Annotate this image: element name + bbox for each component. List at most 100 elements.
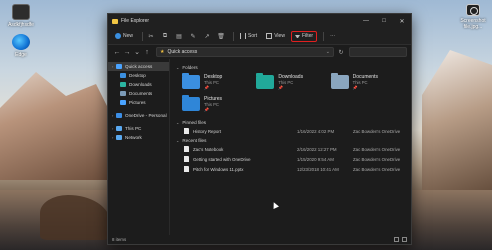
sidebar-item-label: Desktop xyxy=(129,73,146,78)
address-row: ← → ⌄ ↑ ★ Quick access ⌄ ↻ xyxy=(108,45,411,59)
view-icon xyxy=(266,33,273,39)
quick-access-grid: Desktop This PC 📌 Downloads This PC 📌 Document… xyxy=(182,73,405,112)
sidebar-item[interactable]: › Network xyxy=(108,133,169,142)
folder-downloads-icon xyxy=(256,73,275,89)
more-options-button[interactable]: ··· xyxy=(327,31,338,42)
folder-documents-icon xyxy=(330,73,349,89)
quick-access-folder[interactable]: Documents This PC 📌 xyxy=(330,73,405,90)
file-row[interactable]: Zac's Notebook 2/16/2022 12:27 PM Zac Bowd… xyxy=(176,144,405,154)
copy-icon[interactable]: ⧉ xyxy=(160,31,170,41)
status-bar: 8 items xyxy=(108,235,411,244)
cloud-icon xyxy=(116,113,122,118)
file-date: 12/23/2018 10:41 AM xyxy=(297,166,339,172)
file-row[interactable]: History Report 1/16/2022 4:02 PM Zac Bowde… xyxy=(176,126,405,136)
quick-access-folder[interactable]: Desktop This PC 📌 xyxy=(182,73,256,90)
title-bar: File Explorer — □ ✕ xyxy=(108,14,411,28)
chevron-down-icon: ⌄ xyxy=(176,64,180,70)
desktop-icon-label: Screenshot file.jpg... xyxy=(460,18,486,30)
window-title: File Explorer xyxy=(121,18,150,24)
sort-label: Sort xyxy=(248,33,258,39)
desktop-icon-label: Edge xyxy=(15,52,27,58)
delete-icon[interactable]: 🗑 xyxy=(216,31,226,41)
file-row[interactable]: Pitch for Windows 11.pptx 12/23/2018 10:4… xyxy=(176,164,405,174)
documents-icon xyxy=(120,91,126,96)
pc-icon xyxy=(116,126,122,131)
desktop-icon xyxy=(120,73,126,78)
recent-dropdown-icon[interactable]: ⌄ xyxy=(132,48,142,56)
view-button[interactable]: View xyxy=(263,31,288,42)
sidebar-item-label: This PC xyxy=(125,126,142,131)
search-input[interactable] xyxy=(349,47,407,57)
sidebar-item[interactable]: Downloads xyxy=(108,80,169,89)
chevron-down-icon[interactable]: ⌄ xyxy=(326,49,330,55)
desktop-icon-label: Asdkfjhsdfe xyxy=(8,22,34,28)
up-icon[interactable]: ↑ xyxy=(142,49,152,56)
file-icon xyxy=(184,146,189,152)
sort-button[interactable]: Sort xyxy=(237,31,260,42)
file-name: Zac's Notebook xyxy=(193,146,224,152)
maximize-button[interactable]: □ xyxy=(375,14,393,28)
back-icon[interactable]: ← xyxy=(112,49,122,56)
details-view-icon[interactable] xyxy=(394,237,399,242)
section-recent-label: Recent files xyxy=(182,137,207,143)
minimize-button[interactable]: — xyxy=(357,14,375,28)
file-name: Getting started with OneDrive xyxy=(193,156,251,162)
sidebar-item[interactable]: › This PC xyxy=(108,124,169,133)
file-name: History Report xyxy=(193,128,222,134)
desktop-icon-screenshot[interactable]: Screenshot file.jpg... xyxy=(456,4,490,30)
sidebar-item-label: Network xyxy=(125,135,142,140)
cut-icon[interactable]: ✂ xyxy=(146,31,156,41)
sidebar-item-label: Downloads xyxy=(129,82,152,87)
file-name: Pitch for Windows 11.pptx xyxy=(193,166,244,172)
sidebar-item[interactable]: Pictures xyxy=(108,98,169,107)
pin-icon: 📌 xyxy=(352,85,358,90)
toolbar-divider xyxy=(142,31,144,41)
new-button[interactable]: New xyxy=(112,31,136,42)
toolbar-divider xyxy=(323,31,325,41)
sidebar-item[interactable]: Documents xyxy=(108,89,169,98)
desktop-icon-app[interactable]: Asdkfjhsdfe xyxy=(4,4,38,28)
recent-file-list: Zac's Notebook 2/16/2022 12:27 PM Zac Bowd… xyxy=(176,144,405,174)
sort-icon xyxy=(240,33,247,39)
sidebar-item[interactable]: › OneDrive - Personal xyxy=(108,111,169,120)
folder-icon xyxy=(112,18,118,24)
refresh-icon[interactable]: ↻ xyxy=(336,49,346,56)
section-recent[interactable]: ⌄ Recent files xyxy=(176,136,405,144)
view-toggle xyxy=(394,237,407,242)
section-pinned[interactable]: ⌄ Pinned files xyxy=(176,118,405,126)
file-location: Zac Bowden's OneDrive xyxy=(353,166,401,172)
quick-access-folder[interactable]: Downloads This PC 📌 xyxy=(256,73,330,90)
tiles-view-icon[interactable] xyxy=(402,237,407,242)
explorer-body: › Quick access Desktop Downloads Documents Pi… xyxy=(108,59,411,239)
file-icon xyxy=(184,156,189,162)
paste-icon[interactable]: ▤ xyxy=(174,31,184,41)
file-location: Zac Bowden's OneDrive xyxy=(353,156,401,162)
section-folders[interactable]: ⌄ Folders xyxy=(176,63,405,71)
item-count: 8 items xyxy=(112,237,127,242)
sidebar-item[interactable]: Desktop xyxy=(108,71,169,80)
section-pinned-label: Pinned files xyxy=(182,119,207,125)
file-location: Zac Bowden's OneDrive xyxy=(353,146,401,152)
file-explorer-window: File Explorer — □ ✕ New ✂ ⧉ ▤ ✎ ↗ 🗑 Sort… xyxy=(107,13,412,245)
wallpaper-mountain-left xyxy=(0,72,120,180)
filter-label: Filter xyxy=(301,33,314,39)
folder-text: Documents This PC 📌 xyxy=(353,74,378,90)
forward-icon[interactable]: → xyxy=(122,49,132,56)
share-icon[interactable]: ↗ xyxy=(202,31,212,41)
wallpaper-mountain-right xyxy=(422,50,492,200)
rename-icon[interactable]: ✎ xyxy=(188,31,198,41)
desktop-icon-edge[interactable]: Edge xyxy=(4,34,38,58)
toolbar-divider xyxy=(233,31,235,41)
folder-text: Pictures This PC 📌 xyxy=(204,96,222,112)
pictures-icon xyxy=(120,100,126,105)
sidebar-item-label: Pictures xyxy=(129,100,146,105)
content-pane: ⌄ Folders Desktop This PC 📌 Downloads This P… xyxy=(170,59,411,239)
file-row[interactable]: Getting started with OneDrive 1/15/2020 9… xyxy=(176,154,405,164)
address-bar[interactable]: ★ Quick access ⌄ xyxy=(156,47,334,57)
file-date: 2/16/2022 12:27 PM xyxy=(297,146,337,152)
quick-access-folder[interactable]: Pictures This PC 📌 xyxy=(182,95,256,112)
app-icon xyxy=(12,4,30,20)
filter-button[interactable]: Filter xyxy=(290,30,318,42)
close-button[interactable]: ✕ xyxy=(393,14,411,28)
sidebar-item[interactable]: › Quick access xyxy=(108,62,169,71)
